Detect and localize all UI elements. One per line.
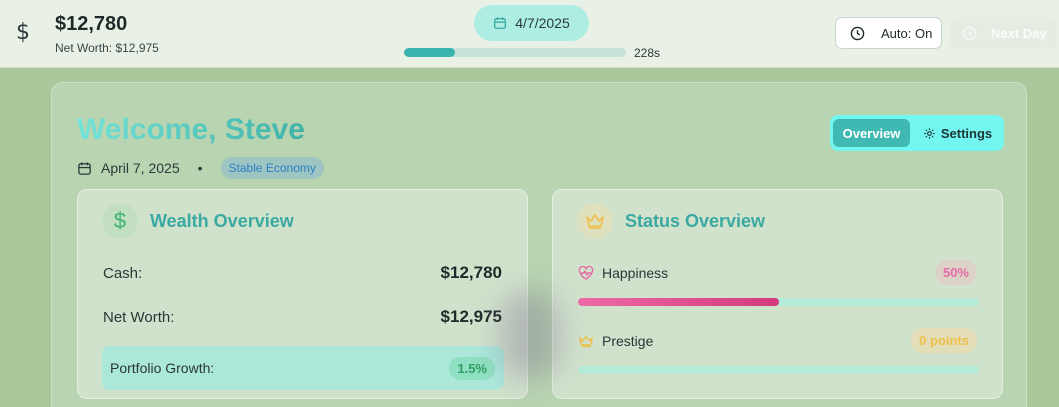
happiness-label: Happiness — [602, 264, 669, 281]
happiness-row: Happiness 50% — [578, 260, 977, 285]
status-overview-card: Status Overview Happiness 50% Prestige 0… — [552, 189, 1003, 399]
wealth-card-header: $ Wealth Overview — [102, 203, 294, 239]
wealth-overview-card: $ Wealth Overview Cash: $12,780 Net Wort… — [77, 189, 528, 399]
auto-toggle-label: Auto: On — [881, 25, 933, 41]
crown-icon — [579, 335, 593, 347]
economy-status-badge: Stable Economy — [220, 157, 324, 179]
cash-amount: $12,780 — [55, 13, 128, 35]
current-date-pill: 4/7/2025 — [474, 5, 589, 41]
calendar-icon — [78, 161, 91, 175]
net-worth-label: Net Worth: — [103, 308, 175, 326]
tab-overview[interactable]: Overview — [833, 119, 911, 147]
net-worth-row: Net Worth: $12,975 — [103, 307, 502, 327]
heart-pulse-icon — [578, 265, 594, 280]
prestige-label: Prestige — [602, 332, 654, 349]
cash-label: Cash: — [103, 264, 143, 282]
happiness-bar — [578, 298, 979, 306]
crown-icon — [577, 203, 613, 239]
happiness-badge: 50% — [934, 260, 977, 285]
prestige-row: Prestige 0 points — [578, 328, 977, 353]
happiness-bar-fill — [578, 298, 779, 306]
day-timer-progress-fill — [404, 48, 456, 57]
dollar-icon: $ — [16, 20, 30, 45]
day-timer-seconds: 228s — [634, 46, 661, 60]
clock-icon — [850, 26, 865, 40]
dollar-icon: $ — [102, 203, 138, 239]
portfolio-growth-row: Portfolio Growth: 1.5% — [102, 346, 504, 390]
net-worth-summary: Net Worth: $12,975 — [55, 41, 159, 55]
tab-overview-label: Overview — [842, 125, 901, 141]
calendar-icon — [494, 17, 507, 29]
clock-icon — [962, 26, 977, 40]
portfolio-growth-label: Portfolio Growth: — [110, 360, 215, 376]
auto-toggle-button[interactable]: Auto: On — [835, 17, 942, 49]
wealth-card-title: Wealth Overview — [150, 210, 294, 231]
date-line: April 7, 2025 • Stable Economy — [77, 157, 324, 179]
gear-icon — [924, 127, 935, 139]
view-tabs: Overview Settings — [830, 115, 1004, 151]
day-timer-progress — [404, 48, 626, 57]
next-day-label: Next Day — [991, 25, 1047, 41]
tab-settings-label: Settings — [940, 125, 993, 141]
current-date: 4/7/2025 — [515, 15, 570, 31]
separator-dot: • — [197, 160, 203, 176]
net-worth-value: $12,975 — [440, 307, 502, 326]
welcome-heading: Welcome, Steve — [77, 113, 305, 146]
cash-value: $12,780 — [440, 263, 502, 282]
prestige-bar — [578, 366, 979, 374]
prestige-badge: 0 points — [911, 328, 977, 353]
long-date: April 7, 2025 — [101, 160, 180, 176]
drop-shadow — [500, 290, 560, 380]
top-bar: $ $12,780 Net Worth: $12,975 4/7/2025 22… — [0, 0, 1059, 68]
status-card-header: Status Overview — [577, 203, 765, 239]
cash-row: Cash: $12,780 — [103, 263, 502, 283]
tab-settings[interactable]: Settings — [914, 119, 1001, 147]
next-day-button[interactable]: Next Day — [950, 17, 1057, 49]
portfolio-growth-badge: 1.5% — [449, 356, 495, 380]
status-card-title: Status Overview — [625, 210, 766, 231]
